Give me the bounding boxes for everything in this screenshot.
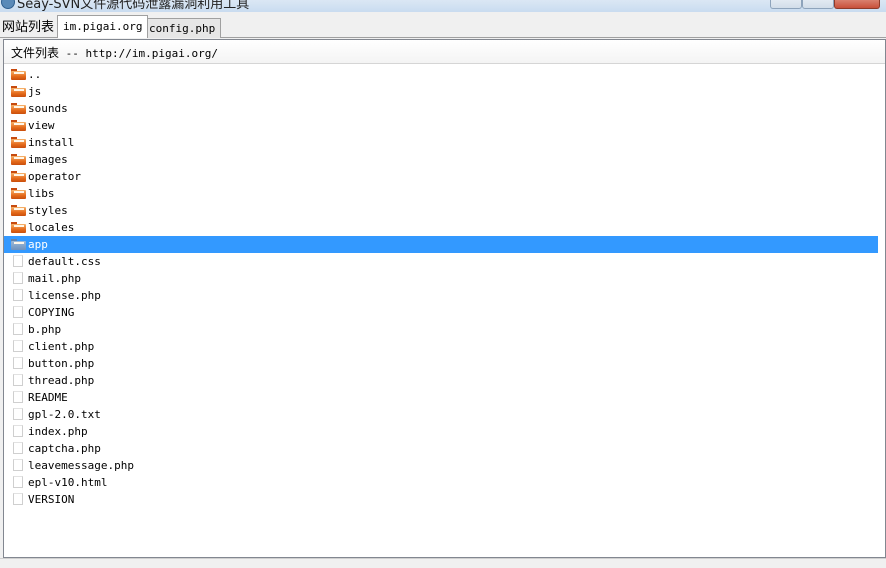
file-list: .. js sounds view install images operator libs s… [4,64,885,508]
file-icon [13,391,23,403]
minimize-button[interactable] [770,0,802,9]
file-icon [13,374,23,386]
list-item[interactable]: README [4,389,878,406]
list-item-label: VERSION [28,493,75,506]
close-button[interactable] [834,0,880,9]
file-icon [13,323,23,335]
list-item[interactable]: b.php [4,321,878,338]
folder-icon [11,137,26,148]
folder-icon [11,239,26,250]
file-icon [13,459,23,471]
list-item-label: index.php [28,425,88,438]
list-item[interactable]: operator [4,168,878,185]
list-item[interactable]: default.css [4,253,878,270]
list-item-label: COPYING [28,306,75,319]
folder-icon [11,86,26,97]
list-item[interactable]: VERSION [4,491,878,508]
list-item[interactable]: styles [4,202,878,219]
file-list-panel: 文件列表 -- http://im.pigai.org/ .. js sounds v… [3,39,886,558]
tab-config-php[interactable]: config.php [143,18,222,38]
list-item-label: images [28,153,68,166]
folder-icon [11,103,26,114]
file-icon [13,306,23,318]
folder-icon [11,69,26,80]
list-item[interactable]: app [4,236,878,253]
list-item[interactable]: leavemessage.php [4,457,878,474]
list-item[interactable]: images [4,151,878,168]
list-item[interactable]: COPYING [4,304,878,321]
list-item[interactable]: captcha.php [4,440,878,457]
file-icon [13,476,23,488]
list-item-label: operator [28,170,81,183]
list-item[interactable]: gpl-2.0.txt [4,406,878,423]
list-item-label: mail.php [28,272,81,285]
file-icon [13,272,23,284]
list-item[interactable]: install [4,134,878,151]
list-item[interactable]: .. [4,66,878,83]
file-icon [13,425,23,437]
list-item-label: gpl-2.0.txt [28,408,101,421]
list-item[interactable]: license.php [4,287,878,304]
folder-icon [11,222,26,233]
window-title: Seay-SVN文件源代码泄露漏洞利用工具 [17,0,250,12]
list-item[interactable]: sounds [4,100,878,117]
window-controls [770,0,880,9]
file-icon [13,357,23,369]
list-item[interactable]: locales [4,219,878,236]
list-item[interactable]: mail.php [4,270,878,287]
folder-icon [11,120,26,131]
file-icon [13,442,23,454]
file-icon [13,289,23,301]
list-item-label: captcha.php [28,442,101,455]
list-item[interactable]: client.php [4,338,878,355]
title-bar: Seay-SVN文件源代码泄露漏洞利用工具 [0,0,886,12]
file-icon [13,255,23,267]
list-item-label: leavemessage.php [28,459,134,472]
list-item[interactable]: index.php [4,423,878,440]
list-item[interactable]: view [4,117,878,134]
file-icon [13,408,23,420]
list-item[interactable]: thread.php [4,372,878,389]
list-item-label: locales [28,221,75,234]
list-item-label: README [28,391,68,404]
list-item-label: view [28,119,55,132]
tab-site-list[interactable]: 网站列表 [0,16,56,38]
tab-im-pigai-org[interactable]: im.pigai.org [57,15,149,38]
list-item-label: libs [28,187,55,200]
file-icon [13,340,23,352]
list-item-label: default.css [28,255,101,268]
tab-strip: 网站列表 im.pigai.org config.php [0,12,886,38]
folder-icon [11,188,26,199]
list-item[interactable]: libs [4,185,878,202]
header-url: http://im.pigai.org/ [85,47,218,60]
list-item-label: epl-v10.html [28,476,108,489]
list-item[interactable]: epl-v10.html [4,474,878,491]
list-item-label: install [28,136,75,149]
folder-icon [11,205,26,216]
file-list-header[interactable]: 文件列表 -- http://im.pigai.org/ [4,40,885,64]
maximize-button[interactable] [802,0,834,9]
list-item-label: button.php [28,357,95,370]
header-label: 文件列表 [11,46,60,60]
list-item-label: b.php [28,323,62,336]
list-item-label: thread.php [28,374,95,387]
list-item-label: .. [28,68,42,81]
list-item[interactable]: button.php [4,355,878,372]
header-separator: -- [59,47,86,60]
list-item-label: license.php [28,289,101,302]
list-item-label: app [28,238,48,251]
list-item-label: sounds [28,102,68,115]
file-icon [13,493,23,505]
list-item[interactable]: js [4,83,878,100]
list-item-label: styles [28,204,68,217]
app-icon [1,0,15,9]
folder-icon [11,154,26,165]
folder-icon [11,171,26,182]
list-item-label: client.php [28,340,95,353]
list-item-label: js [28,85,42,98]
